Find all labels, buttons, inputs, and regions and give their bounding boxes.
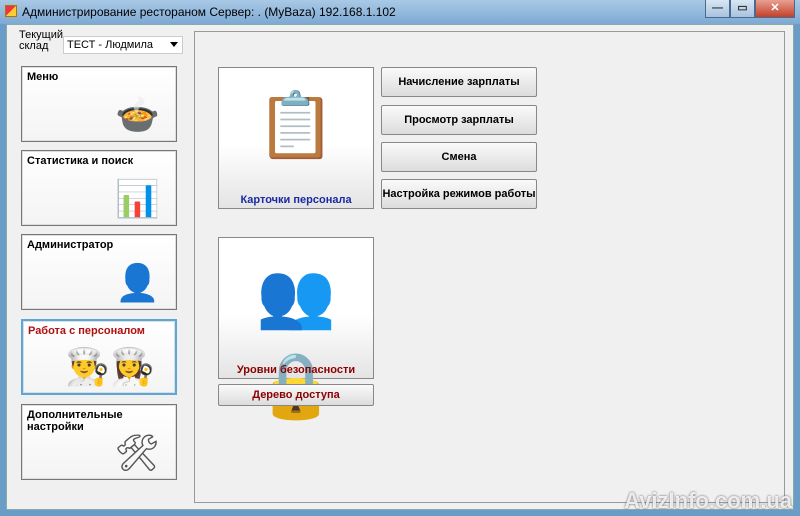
sidebar-item-label: Меню <box>27 71 59 83</box>
chevron-down-icon <box>170 42 178 47</box>
sidebar-item-staff[interactable]: Работа с персоналом 👨‍🍳👩‍🍳 <box>21 319 177 395</box>
sidebar-item-admin[interactable]: Администратор 👤 <box>21 234 177 310</box>
sidebar-item-label: Дополнительные настройки <box>27 409 123 433</box>
watermark: AvizInfo.com.ua <box>624 488 792 513</box>
window-title: Администрирование ресторaном Сервер: . (… <box>22 5 396 19</box>
stats-icon: 📊 <box>115 178 160 219</box>
warehouse-value: ТЕСТ - Людмила <box>67 39 154 51</box>
work-modes-button[interactable]: Настройка режимов работы <box>381 179 537 209</box>
app-icon <box>5 5 17 17</box>
pots-icon: 🍲 <box>115 94 160 135</box>
sidebar-item-label: Администратор <box>27 239 114 251</box>
window-client: Текущий склад ТЕСТ - Людмила Меню 🍲 Стати… <box>6 24 794 510</box>
main-panel: 📋 Карточки персонала Начисление зарплаты… <box>194 31 785 503</box>
warehouse-select[interactable]: ТЕСТ - Людмила <box>63 36 183 54</box>
security-levels-button[interactable]: 👥🔒 Уровни безопасности <box>218 237 374 421</box>
staff-cards-label: Карточки персонала <box>240 194 352 206</box>
close-button[interactable]: ✕ <box>755 0 795 18</box>
minimize-button[interactable]: — <box>705 0 730 18</box>
admin-icon: 👤 <box>115 262 160 303</box>
sidebar-item-label: Статистика и поиск <box>27 155 134 167</box>
staff-icon: 👨‍🍳👩‍🍳 <box>65 346 155 387</box>
title-bar: Администрирование ресторaном Сервер: . (… <box>0 0 800 24</box>
warehouse-label: Текущий склад <box>19 29 63 52</box>
maximize-button[interactable]: ▭ <box>730 0 755 18</box>
staff-cards-button[interactable]: 📋 Карточки персонала <box>218 67 374 209</box>
tools-icon: 🛠 <box>114 432 160 473</box>
sidebar-item-stats[interactable]: Статистика и поиск 📊 <box>21 150 177 226</box>
document-icon: 📋 <box>256 89 336 161</box>
payroll-view-button[interactable]: Просмотр зарплаты <box>381 105 537 135</box>
security-levels-label: Уровни безопасности <box>236 364 356 376</box>
access-tree-button[interactable]: Дерево доступа <box>218 384 374 406</box>
sidebar-item-menu[interactable]: Меню 🍲 <box>21 66 177 142</box>
sidebar-item-label: Работа с персоналом <box>28 325 145 337</box>
shift-button[interactable]: Смена <box>381 142 537 172</box>
sidebar-item-settings[interactable]: Дополнительные настройки 🛠 <box>21 404 177 480</box>
payroll-accrual-button[interactable]: Начисление зарплаты <box>381 67 537 97</box>
